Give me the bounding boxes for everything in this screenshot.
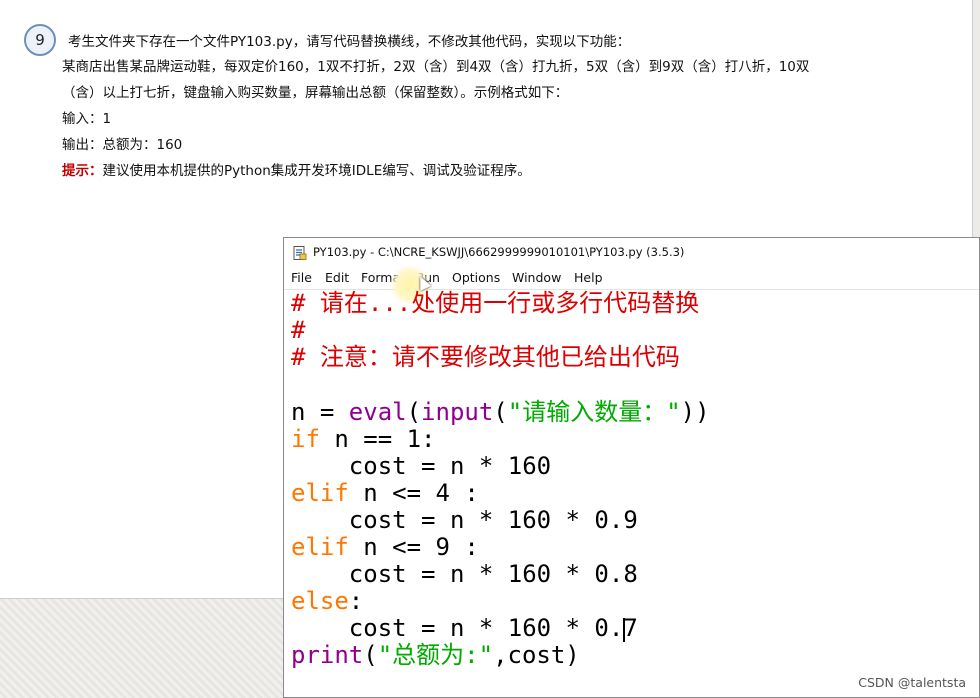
- window-title: PY103.py - C:\NCRE_KSWJJ\666299999901010…: [313, 245, 685, 259]
- code-line-elif-1: elif n <= 4 :: [291, 479, 479, 507]
- menu-edit[interactable]: Edit: [325, 270, 349, 285]
- window-titlebar[interactable]: PY103.py - C:\NCRE_KSWJJ\666299999901010…: [284, 238, 979, 267]
- code-line-print: print("总额为:",cost): [291, 641, 580, 669]
- code-line-cost-2: cost = n * 160 * 0.9: [291, 506, 638, 534]
- code-line-comment-1: # 请在...处使用一行或多行代码替换: [291, 290, 700, 317]
- code-line-input: n = eval(input("请输入数量：")): [291, 398, 710, 426]
- code-line-cost-1: cost = n * 160: [291, 452, 552, 480]
- code-line-cost-3: cost = n * 160 * 0.8: [291, 560, 638, 588]
- hint-label: 提示：: [62, 163, 103, 179]
- hint-line: 提示：建议使用本机提供的Python集成开发环境IDLE编写、调试及验证程序。: [62, 159, 531, 179]
- code-line-comment-3: # 注意：请不要修改其他已给出代码: [291, 343, 680, 371]
- code-line-elif-2: elif n <= 9 :: [291, 533, 479, 561]
- menu-options[interactable]: Options: [452, 270, 500, 285]
- code-line-else: else:: [291, 587, 364, 615]
- question-number-badge: 9: [24, 24, 56, 56]
- hint-text: 建议使用本机提供的Python集成开发环境IDLE编写、调试及验证程序。: [102, 163, 531, 179]
- menu-window[interactable]: Window: [512, 270, 561, 285]
- question-line-1: 考生文件夹下存在一个文件PY103.py，请写代码替换横线，不修改其他代码，实现…: [68, 34, 631, 50]
- text-caret: [623, 618, 625, 642]
- question-line-2: 某商店出售某品牌运动鞋，每双定价160，1双不打折，2双（含）到4双（含）打九折…: [62, 59, 810, 75]
- python-file-icon: [293, 246, 307, 260]
- question-line-3: （含）以上打七折，键盘输入购买数量，屏幕输出总额（保留整数）。示例格式如下：: [62, 85, 569, 101]
- code-editor[interactable]: # 请在...处使用一行或多行代码替换 # # 注意：请不要修改其他已给出代码 …: [284, 290, 979, 697]
- code-line-if: if n == 1:: [291, 425, 436, 453]
- menu-bar: File Edit Format Run Options Window Help: [284, 267, 979, 290]
- input-example: 输入：1: [62, 111, 112, 127]
- code-line-cost-4: cost = n * 160 * 0.7: [291, 614, 638, 642]
- menu-file[interactable]: File: [291, 270, 312, 285]
- idle-editor-window[interactable]: PY103.py - C:\NCRE_KSWJJ\666299999901010…: [283, 237, 980, 698]
- code-line-comment-2: #: [291, 316, 306, 344]
- watermark: CSDN @talentsta: [858, 675, 966, 690]
- menu-help[interactable]: Help: [574, 270, 603, 285]
- output-example: 输出：总额为：160: [62, 137, 183, 153]
